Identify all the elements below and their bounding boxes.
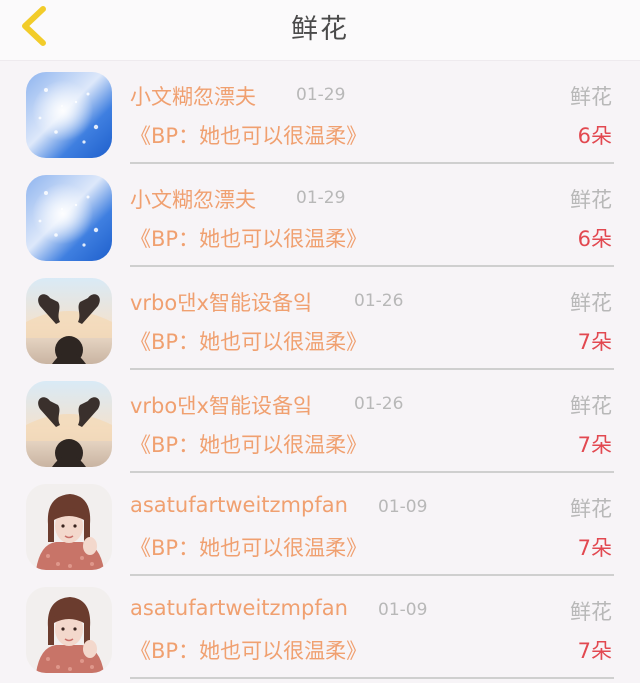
- flower-count: 6朵: [577, 124, 612, 148]
- page-title: 鲜花: [291, 13, 349, 45]
- gift-name: 鲜花: [570, 497, 612, 521]
- list-item[interactable]: vrbo댄x智能设备잌 01-26 鲜花《BP：她也可以很温柔》 7朵: [0, 370, 640, 473]
- list-item[interactable]: 小文糊忽漂夫 01-29 鲜花《BP：她也可以很温柔》 6朵: [0, 164, 640, 267]
- date: 01-26: [354, 394, 404, 414]
- flower-count: 7朵: [577, 639, 612, 663]
- post-title[interactable]: 《BP：她也可以很温柔》: [130, 326, 367, 356]
- date: 01-29: [296, 85, 346, 105]
- list-item[interactable]: vrbo댄x智能设备잌 01-26 鲜花《BP：她也可以很温柔》 7朵: [0, 267, 640, 370]
- username[interactable]: asatufartweitzmpfan: [130, 493, 348, 517]
- avatar[interactable]: [26, 278, 112, 364]
- flower-count: 7朵: [577, 330, 612, 354]
- divider: [130, 677, 614, 679]
- username[interactable]: vrbo댄x智能设备잌: [130, 287, 312, 317]
- date: 01-26: [354, 291, 404, 311]
- gift-name: 鲜花: [570, 291, 612, 315]
- date: 01-09: [378, 600, 428, 620]
- flower-count: 6朵: [577, 227, 612, 251]
- gift-name: 鲜花: [570, 188, 612, 212]
- avatar[interactable]: [26, 72, 112, 158]
- username[interactable]: 小文糊忽漂夫: [130, 81, 256, 111]
- gift-name: 鲜花: [570, 394, 612, 418]
- avatar[interactable]: [26, 484, 112, 570]
- date: 01-29: [296, 188, 346, 208]
- list-item[interactable]: asatufartweitzmpfan 01-09 鲜花《BP：她也可以很温柔》 7朵: [0, 473, 640, 576]
- gift-name: 鲜花: [570, 600, 612, 624]
- post-title[interactable]: 《BP：她也可以很温柔》: [130, 532, 367, 562]
- gift-name: 鲜花: [570, 85, 612, 109]
- flower-count: 7朵: [577, 433, 612, 457]
- flower-count: 7朵: [577, 536, 612, 560]
- post-title[interactable]: 《BP：她也可以很温柔》: [130, 429, 367, 459]
- date: 01-09: [378, 497, 428, 517]
- username[interactable]: 小文糊忽漂夫: [130, 184, 256, 214]
- flower-gift-list: 小文糊忽漂夫 01-29 鲜花 《BP：她也可以很温柔》 6朵 小文糊忽漂夫 01-29 鲜…: [0, 61, 640, 679]
- username[interactable]: asatufartweitzmpfan: [130, 596, 348, 620]
- avatar[interactable]: [26, 381, 112, 467]
- avatar[interactable]: [26, 587, 112, 673]
- top-bar: 鲜花: [0, 0, 640, 61]
- post-title[interactable]: 《BP：她也可以很温柔》: [130, 223, 367, 253]
- avatar[interactable]: [26, 175, 112, 261]
- list-item[interactable]: 小文糊忽漂夫 01-29 鲜花《BP：她也可以很温柔》 6朵: [0, 61, 640, 164]
- list-item[interactable]: asatufartweitzmpfan 01-09 鲜花《BP：她也可以很温柔》 7朵: [0, 576, 640, 679]
- username[interactable]: vrbo댄x智能设备잌: [130, 390, 312, 420]
- post-title[interactable]: 《BP：她也可以很温柔》: [130, 635, 367, 665]
- post-title[interactable]: 《BP：她也可以很温柔》: [130, 120, 367, 150]
